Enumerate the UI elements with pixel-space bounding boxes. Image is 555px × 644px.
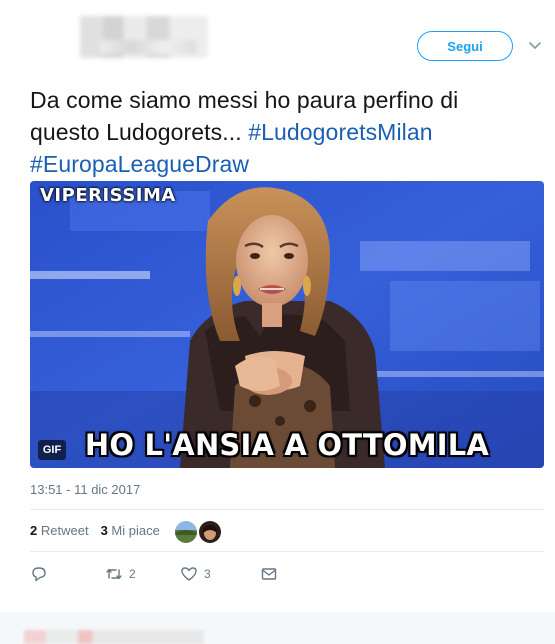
blurred-user-header	[80, 16, 208, 58]
message-action[interactable]	[260, 565, 278, 583]
media-caption: HO L'ANSIA A OTTOMILA	[84, 428, 490, 462]
gif-badge: GIF	[38, 440, 66, 460]
like-action[interactable]: 3	[180, 565, 260, 583]
tweet-actions: 2 3	[30, 565, 278, 583]
retweet-stat-count: 2	[30, 523, 38, 538]
tweet-stats: 2 Retweet 3 Mi piace	[30, 523, 166, 538]
tweet-timestamp[interactable]: 13:51 - 11 dic 2017	[30, 482, 140, 497]
tweet-card: Segui Da come siamo messi ho paura perfi…	[0, 0, 555, 612]
chevron-down-icon[interactable]	[528, 38, 542, 52]
tweet-text-line2: questo Ludogorets...	[30, 119, 249, 145]
envelope-icon	[261, 568, 277, 580]
blurred-next-tweet	[24, 630, 204, 644]
avatar[interactable]	[175, 521, 197, 543]
tweet-text-line1: Da come siamo messi ho paura perfino di	[30, 87, 459, 113]
gif-scene	[30, 181, 544, 468]
hashtag-ludogoretsmilan[interactable]: #LudogoretsMilan	[248, 119, 432, 145]
reply-icon	[32, 567, 46, 582]
divider	[30, 509, 544, 510]
gif-media[interactable]: VIPERISSIMA HO L'ANSIA A OTTOMILA GIF	[30, 181, 544, 468]
likes-stat-count: 3	[100, 523, 108, 538]
likes-stat[interactable]: 3 Mi piace	[101, 523, 160, 538]
liker-avatars	[175, 521, 221, 543]
likes-stat-label: Mi piace	[111, 523, 160, 538]
follow-button[interactable]: Segui	[417, 31, 513, 61]
hashtag-europaleaguedraw[interactable]: #EuropaLeagueDraw	[30, 151, 249, 177]
heart-icon	[181, 567, 197, 581]
retweet-action[interactable]: 2	[105, 565, 180, 583]
avatar[interactable]	[199, 521, 221, 543]
retweet-count: 2	[129, 567, 136, 581]
tweet-text: Da come siamo messi ho paura perfino di …	[30, 84, 530, 180]
divider	[30, 551, 544, 552]
retweet-icon	[106, 568, 122, 580]
media-watermark: VIPERISSIMA	[40, 185, 176, 206]
reply-action[interactable]	[30, 565, 105, 583]
like-count: 3	[204, 567, 211, 581]
retweet-stat-label: Retweet	[40, 523, 89, 538]
retweet-stat[interactable]: 2 Retweet	[30, 523, 89, 538]
